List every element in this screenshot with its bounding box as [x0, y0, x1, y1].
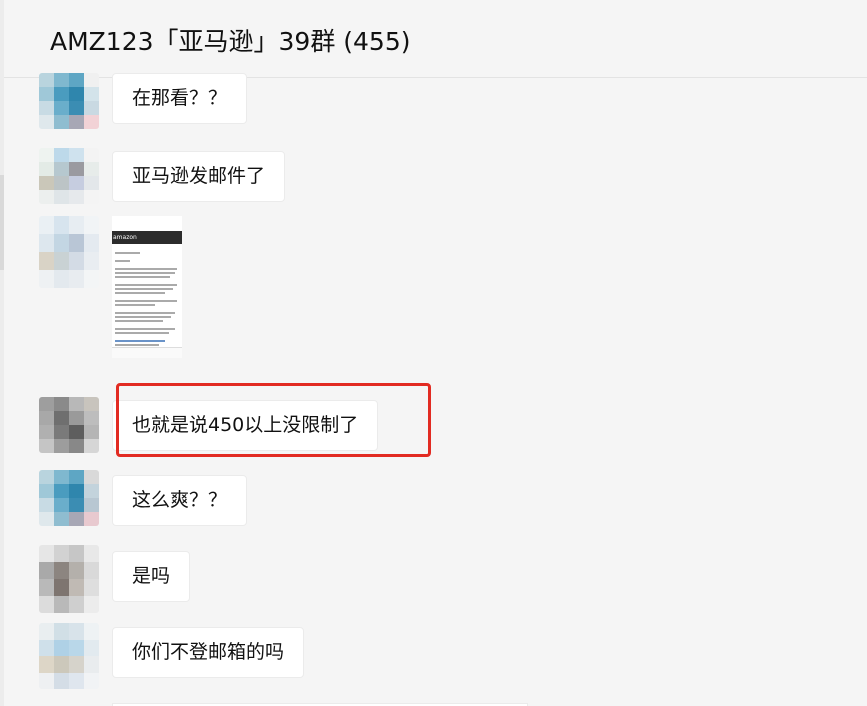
amazon-logo: amazon — [113, 234, 137, 241]
avatar[interactable] — [39, 545, 99, 613]
chat-window: AMZ123「亚马逊」39群 (455) 在那看？？ 亚马逊发邮件了 amazo… — [0, 0, 867, 706]
avatar[interactable] — [39, 73, 99, 129]
message-text: 在那看？？ — [132, 87, 228, 109]
avatar[interactable] — [39, 216, 99, 288]
message-text: 这么爽？？ — [132, 489, 228, 511]
message-text: 亚马逊发邮件了 — [132, 165, 266, 187]
chat-header: AMZ123「亚马逊」39群 (455) — [4, 0, 867, 78]
email-header-bar: amazon — [112, 231, 182, 244]
message-bubble[interactable]: 在那看？？ — [112, 73, 248, 124]
avatar[interactable] — [39, 623, 99, 689]
message-bubble[interactable]: 是吗 — [112, 551, 191, 602]
message-text: 你们不登邮箱的吗 — [132, 641, 285, 663]
chat-title[interactable]: AMZ123「亚马逊」39群 (455) — [50, 22, 411, 58]
avatar[interactable] — [39, 397, 99, 453]
message-bubble[interactable]: 这么爽？？ — [112, 475, 248, 526]
email-footer-bar — [112, 347, 182, 358]
highlight-annotation — [116, 383, 431, 457]
message-bubble[interactable]: 亚马逊发邮件了 — [112, 151, 286, 202]
avatar[interactable] — [39, 470, 99, 526]
image-message[interactable]: amazon — [112, 216, 182, 358]
message-bubble[interactable]: 你们不登邮箱的吗 — [112, 627, 305, 678]
message-text: 是吗 — [132, 565, 171, 587]
avatar[interactable] — [39, 148, 99, 204]
